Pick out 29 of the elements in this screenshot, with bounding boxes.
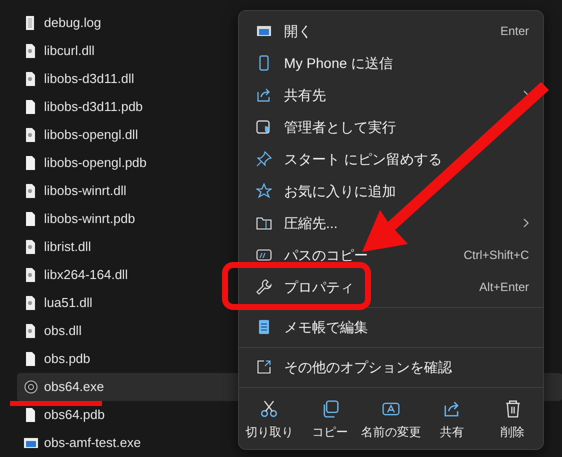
file-name: obs64.pdb	[44, 406, 105, 424]
file-name: obs.dll	[44, 322, 82, 340]
shortcut-text: Alt+Enter	[479, 279, 529, 296]
file-name: libobs-opengl.pdb	[44, 154, 147, 172]
menu-label: プロパティ	[284, 278, 355, 296]
file-name: libcurl.dll	[44, 42, 95, 60]
action-label: 名前の変更	[360, 424, 421, 440]
file-name: libobs-opengl.dll	[44, 126, 138, 144]
file-name: librist.dll	[44, 238, 91, 256]
menu-label: パスのコピー	[284, 246, 369, 264]
shortcut-text: Ctrl+Shift+C	[464, 247, 529, 264]
shortcut-text: Enter	[500, 23, 529, 40]
file-name: libobs-d3d11.dll	[44, 70, 134, 88]
action-label: 削除	[500, 424, 525, 440]
file-name: debug.log	[44, 14, 102, 32]
file-name: obs.pdb	[44, 350, 90, 368]
menu-label: 共有先	[284, 86, 327, 104]
file-name: obs-amf-test.exe	[44, 434, 141, 452]
file-name: lua51.dll	[44, 294, 92, 312]
action-label: 共有	[440, 424, 464, 440]
menu-label: 圧縮先...	[284, 214, 339, 232]
file-name: libx264-164.dll	[44, 266, 128, 284]
action-label: コピー	[312, 424, 348, 440]
file-name: libobs-winrt.pdb	[44, 210, 136, 228]
menu-label: 開く	[284, 22, 313, 40]
file-name: libobs-winrt.dll	[44, 182, 126, 200]
file-name: libobs-d3d11.pdb	[44, 98, 143, 116]
file-name: obs64.exe	[44, 378, 104, 396]
action-label: 切り取り	[245, 424, 294, 440]
